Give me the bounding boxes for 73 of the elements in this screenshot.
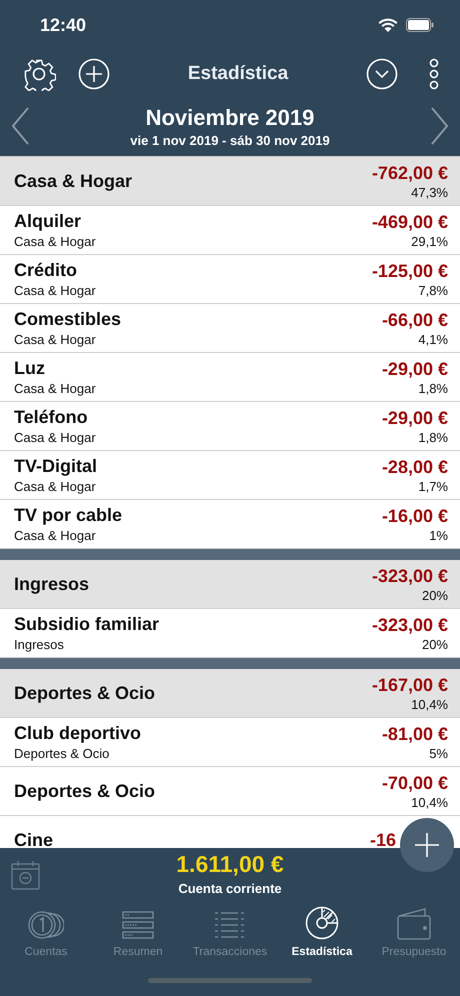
row-subtitle: Casa & Hogar [14,234,96,249]
row-title: Crédito [14,260,78,281]
row-title: Ingresos [14,574,90,594]
row-amount: -70,00 € [382,772,448,794]
row-amount: -81,00 € [382,724,448,744]
row-percent: 1,7% [418,478,448,494]
add-button[interactable] [400,818,454,872]
row-amount: -29,00 € [382,358,448,380]
row-title: Deportes & Ocio [14,780,156,802]
row-percent: 29,1% [411,234,448,248]
row-subtitle: Casa & Hogar [14,283,96,298]
month-title: Noviembre 2019 [146,104,314,130]
row-amount: -125,00 € [372,260,448,282]
row-amount: -28,00 € [382,456,448,478]
settings-icon[interactable] [22,57,56,91]
row-subtitle: Casa & Hogar [14,430,96,445]
add-icon[interactable] [78,58,110,90]
row-subtitle: Casa & Hogar [14,479,97,494]
row-title: Casa & Hogar [14,170,132,192]
row-percent: 10,4% [411,696,448,712]
row-percent: 7,8% [418,282,448,298]
row-amount: -29,00 € [382,408,448,428]
chevron-down-icon[interactable] [366,58,398,90]
row-percent: 5% [429,746,448,760]
row-title: Luz [14,358,46,379]
account-name: Cuenta corriente [178,880,282,896]
row-subtitle: Deportes & Ocio [14,746,110,761]
list-icon [214,910,246,940]
row-title: Subsidio familiar [14,614,160,635]
pie-chart-icon [305,906,339,940]
row-amount: -66,00 € [382,310,448,330]
row-amount: -16,00 € [382,506,448,526]
row-title: Comestibles [14,309,122,330]
row-percent: 1% [429,528,448,542]
row-percent: 20% [422,636,448,652]
row-percent: 10,4% [411,794,448,810]
row-subtitle: Casa & Hogar [14,332,97,347]
status-time: 12:40 [40,14,86,36]
balance-amount: 1.611,00 € [176,850,284,878]
row-amount: -16 [370,830,396,848]
wallet-icon [397,908,431,940]
summary-icon [122,910,154,940]
row-amount: -323,00 € [372,614,448,636]
battery-icon [406,18,434,32]
row-title: Deportes & Ocio [14,682,156,704]
screen-title: Estadística [186,63,290,85]
row-amount: -323,00 € [372,566,448,586]
coins-icon [28,910,64,940]
row-amount: -762,00 € [372,162,448,184]
row-percent: 1,8% [418,430,448,444]
row-percent: 20% [422,588,448,602]
row-title: Club deportivo [14,723,141,744]
row-subtitle: Ingresos [14,637,65,652]
row-title: Cine [14,830,54,848]
wifi-icon [378,18,398,32]
row-percent: 1,8% [418,380,448,396]
plus-icon [414,832,440,858]
more-icon[interactable] [428,58,440,90]
row-subtitle: Casa & Hogar [14,528,97,543]
row-title: Teléfono [14,407,89,428]
category-header[interactable]: Deportes & Ocio -167,00 € 10,4% [0,669,460,718]
row-title: Alquiler [14,211,82,232]
category-header[interactable]: Ingresos -323,00 € 20% [0,560,460,609]
tab-item[interactable]: Estadística [276,898,368,968]
row-title: TV-Digital [14,456,98,477]
category-header[interactable]: Casa & Hogar -762,00 € 47,3% [0,157,460,206]
row-amount: -469,00 € [372,212,448,232]
row-percent: 4,1% [418,332,448,346]
row-title: TV por cable [14,505,122,526]
row-subtitle: Casa & Hogar [14,381,96,396]
row-percent: 47,3% [411,184,448,200]
row-amount: -167,00 € [372,674,448,696]
date-range: vie 1 nov 2019 - sáb 30 nov 2019 [130,132,330,148]
